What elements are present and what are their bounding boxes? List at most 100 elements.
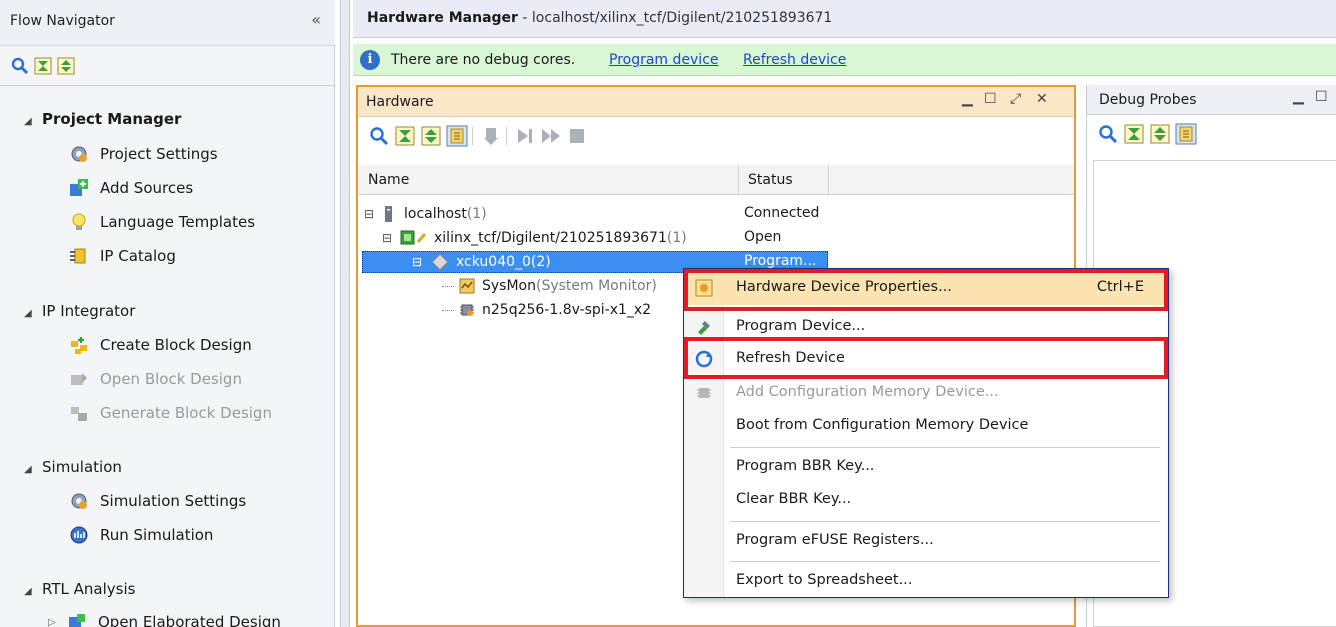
search-icon[interactable]	[368, 125, 390, 147]
nav-item-open-elaborated-design[interactable]: ▷ Open Elaborated Design	[48, 609, 281, 627]
ip-catalog-icon	[68, 245, 90, 267]
debug-probes-toolbar	[1087, 115, 1336, 155]
debug-probes-title: Debug Probes	[1099, 92, 1197, 108]
tree-connector	[442, 285, 454, 287]
collapse-all-icon[interactable]	[394, 125, 416, 147]
hardware-panel-title: Hardware	[366, 94, 434, 110]
expand-all-icon[interactable]	[56, 56, 76, 76]
expand-all-icon[interactable]	[1149, 123, 1171, 145]
tree-row-sysmon[interactable]: SysMon (System Monitor)	[442, 274, 657, 298]
collapse-all-icon[interactable]	[33, 56, 53, 76]
section-simulation[interactable]: ◢ Simulation	[24, 458, 122, 476]
hardware-panel-header: Hardware ▁ ☐ ⤢ ✕	[358, 87, 1074, 117]
collapse-node-icon[interactable]: ⊟	[382, 231, 400, 245]
menu-item-program-bbr-key[interactable]: Program BBR Key...	[684, 450, 1168, 484]
add-sources-icon	[68, 177, 90, 199]
status-open: Open	[744, 229, 782, 245]
open-block-icon	[68, 368, 90, 390]
section-rtl-analysis[interactable]: ◢ RTL Analysis	[24, 580, 135, 598]
fpga-device-icon	[431, 253, 449, 271]
menu-separator	[730, 447, 1160, 448]
group-by-icon[interactable]	[1175, 123, 1197, 145]
search-icon[interactable]	[1097, 123, 1119, 145]
column-divider[interactable]	[738, 165, 739, 195]
collapse-node-icon[interactable]: ⊟	[364, 207, 382, 221]
column-divider[interactable]	[828, 165, 829, 195]
gear-icon	[68, 143, 90, 165]
annotation-highlight-box	[684, 269, 1168, 311]
expand-all-icon[interactable]	[420, 125, 442, 147]
float-window-icon[interactable]: ⤢	[1010, 91, 1021, 107]
hardware-manager-title: Hardware Manager	[367, 10, 518, 26]
collapse-node-icon[interactable]: ⊟	[412, 255, 430, 269]
hardware-table-header: Name Status	[358, 165, 1074, 195]
nav-item-ip-catalog[interactable]: IP Catalog	[68, 243, 176, 269]
jtag-cable-icon	[400, 230, 427, 245]
tree-connector	[442, 309, 454, 311]
maximize-icon[interactable]: ☐	[984, 91, 997, 107]
collapse-panel-icon[interactable]: «	[311, 10, 321, 29]
nav-item-add-sources[interactable]: Add Sources	[68, 175, 193, 201]
debug-probes-header: Debug Probes ▁ ☐	[1087, 85, 1336, 115]
nav-item-open-block-design: Open Block Design	[68, 366, 242, 392]
section-ip-integrator[interactable]: ◢ IP Integrator	[24, 302, 135, 320]
generate-block-icon	[68, 402, 90, 424]
menu-item-clear-bbr-key[interactable]: Clear BBR Key...	[684, 483, 1168, 517]
minimize-icon[interactable]: ▁	[1293, 89, 1304, 105]
create-block-icon	[68, 334, 90, 356]
annotation-highlight-box	[684, 337, 1168, 379]
column-status[interactable]: Status	[748, 172, 793, 188]
program-device-link[interactable]: Program device	[609, 52, 719, 68]
program-icon	[484, 128, 498, 145]
hardware-manager-path: - localhost/xilinx_tcf/Digilent/21025189…	[517, 10, 833, 26]
server-icon	[385, 206, 392, 222]
nav-item-generate-block-design: Generate Block Design	[68, 400, 272, 426]
stop-trigger-icon	[570, 129, 584, 143]
section-project-manager[interactable]: ◢ Project Manager	[24, 110, 181, 128]
collapse-all-icon[interactable]	[1123, 123, 1145, 145]
maximize-icon[interactable]: ☐	[1315, 89, 1328, 105]
info-icon: i	[360, 50, 380, 70]
toolbar-separator	[506, 127, 507, 145]
flow-navigator-title: Flow Navigator	[10, 13, 115, 29]
menu-item-boot-from-config-memory[interactable]: Boot from Configuration Memory Device	[684, 409, 1168, 443]
nav-item-language-templates[interactable]: Language Templates	[68, 209, 255, 235]
menu-item-program-efuse[interactable]: Program eFUSE Registers...	[684, 524, 1168, 558]
run-simulation-icon	[68, 524, 90, 546]
system-monitor-icon	[459, 278, 475, 294]
panel-splitter[interactable]	[340, 0, 350, 627]
search-icon[interactable]	[10, 56, 30, 76]
flow-navigator-toolbar	[0, 46, 335, 86]
column-name[interactable]: Name	[368, 172, 409, 188]
nav-item-create-block-design[interactable]: Create Block Design	[68, 332, 252, 358]
menu-separator	[730, 521, 1160, 522]
menu-separator	[730, 561, 1160, 562]
status-connected: Connected	[744, 205, 820, 221]
status-programmed: Program...	[744, 253, 817, 269]
hardware-manager-header: Hardware Manager - localhost/xilinx_tcf/…	[353, 0, 1336, 38]
banner-message: There are no debug cores.	[391, 52, 576, 68]
flow-navigator-header: Flow Navigator «	[0, 0, 335, 46]
context-menu: Hardware Device Properties... Ctrl+E Pro…	[683, 268, 1169, 598]
lightbulb-icon	[68, 211, 90, 233]
tree-row-target[interactable]: ⊟ xilinx_tcf/Digilent/210251893671 (1)	[382, 226, 687, 250]
tree-row-device-xcku040[interactable]: ⊟ xcku040_0 (2)	[412, 250, 551, 274]
menu-item-add-config-memory: Add Configuration Memory Device...	[684, 376, 1168, 410]
menu-item-export-spreadsheet[interactable]: Export to Spreadsheet...	[684, 564, 1168, 598]
expand-arrow-icon[interactable]: ▷	[48, 617, 66, 627]
close-icon[interactable]: ✕	[1036, 91, 1048, 107]
nav-item-project-settings[interactable]: Project Settings	[68, 141, 218, 167]
gear-icon	[68, 490, 90, 512]
auto-connect-icon[interactable]	[446, 125, 468, 147]
toolbar-separator	[472, 127, 473, 145]
run-trigger-icon	[518, 129, 532, 143]
nav-item-simulation-settings[interactable]: Simulation Settings	[68, 488, 246, 514]
hardware-toolbar	[358, 117, 1074, 155]
refresh-device-link[interactable]: Refresh device	[743, 52, 846, 68]
memory-chip-icon	[697, 388, 711, 398]
run-trigger-immediate-icon	[542, 129, 560, 143]
minimize-icon[interactable]: ▁	[962, 91, 973, 107]
tree-row-localhost[interactable]: ⊟ localhost (1)	[364, 202, 487, 226]
tree-row-config-memory[interactable]: n25q256-1.8v-spi-x1_x2	[442, 298, 651, 322]
nav-item-run-simulation[interactable]: Run Simulation	[68, 522, 213, 548]
